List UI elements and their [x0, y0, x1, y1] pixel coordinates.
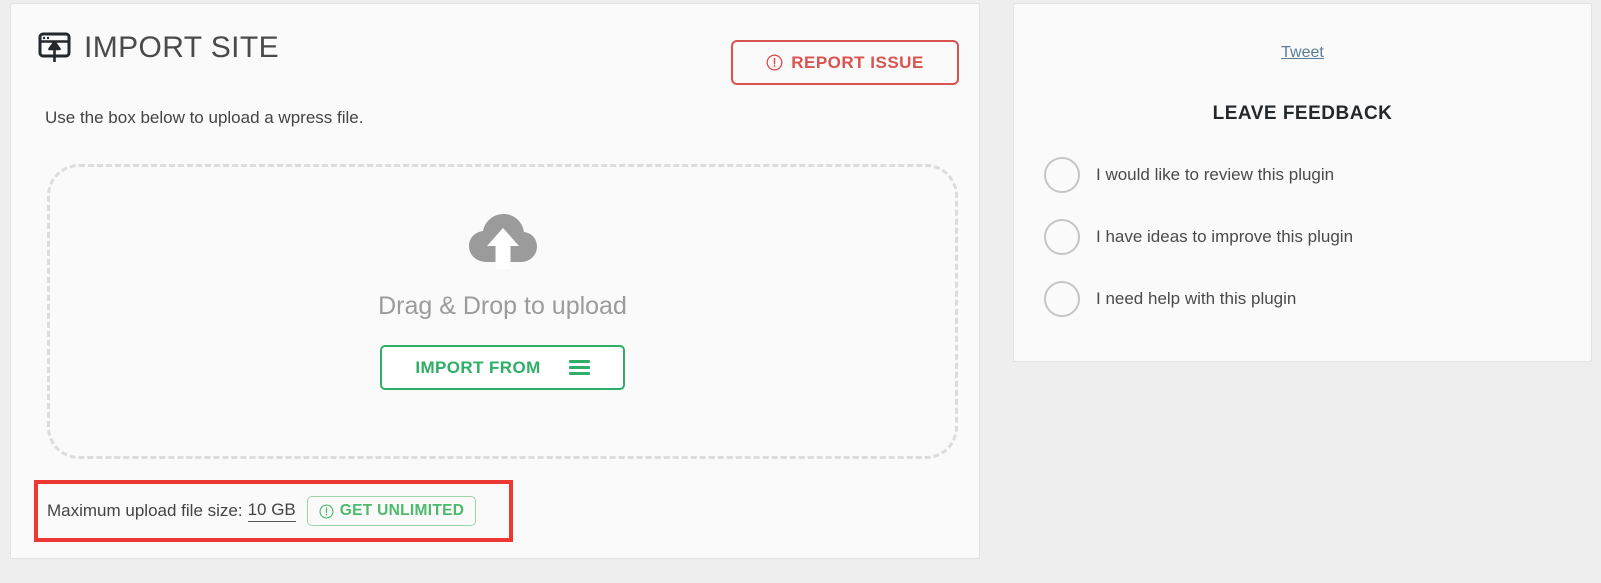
- radio-button-review[interactable]: [1044, 157, 1080, 193]
- max-upload-row: Maximum upload file size: 10 GB GET UNLI…: [47, 490, 477, 532]
- leave-feedback-card: Tweet LEAVE FEEDBACK I would like to rev…: [1013, 3, 1592, 362]
- feedback-option-help[interactable]: I need help with this plugin: [1044, 268, 1573, 330]
- max-upload-value: 10 GB: [247, 500, 296, 522]
- upload-instructions: Use the box below to upload a wpress fil…: [45, 108, 364, 127]
- cloud-upload-icon: [468, 214, 537, 269]
- exclamation-circle-icon: [766, 54, 783, 71]
- exclamation-circle-icon: [319, 503, 334, 519]
- max-upload-label: Maximum upload file size:: [47, 501, 243, 520]
- radio-button-help[interactable]: [1044, 281, 1080, 317]
- drop-zone-label: Drag & Drop to upload: [378, 292, 627, 320]
- feedback-option-ideas[interactable]: I have ideas to improve this plugin: [1044, 206, 1573, 268]
- feedback-title: LEAVE FEEDBACK: [1212, 103, 1393, 124]
- import-site-icon: [38, 32, 71, 62]
- feedback-option-label: I would like to review this plugin: [1096, 165, 1335, 184]
- page-title: IMPORT SITE: [84, 30, 279, 64]
- tweet-link[interactable]: Tweet: [1014, 44, 1591, 62]
- import-from-button[interactable]: IMPORT FROM: [380, 345, 625, 390]
- report-issue-button[interactable]: REPORT ISSUE: [731, 40, 959, 85]
- import-site-header: IMPORT SITE: [38, 32, 279, 63]
- get-unlimited-button[interactable]: GET UNLIMITED: [306, 496, 477, 526]
- get-unlimited-label: GET UNLIMITED: [339, 502, 465, 519]
- feedback-option-label: I need help with this plugin: [1096, 289, 1297, 308]
- feedback-options-list: I would like to review this plugin I hav…: [1044, 144, 1573, 330]
- import-from-label: IMPORT FROM: [415, 357, 541, 377]
- hamburger-menu-icon: [568, 360, 590, 375]
- feedback-option-label: I have ideas to improve this plugin: [1096, 227, 1354, 246]
- report-issue-label: REPORT ISSUE: [791, 52, 924, 72]
- feedback-option-review[interactable]: I would like to review this plugin: [1044, 144, 1573, 206]
- radio-button-ideas[interactable]: [1044, 219, 1080, 255]
- file-drop-zone[interactable]: Drag & Drop to upload IMPORT FROM: [47, 164, 958, 459]
- import-site-card: IMPORT SITE REPORT ISSUE Use the box bel…: [10, 3, 980, 559]
